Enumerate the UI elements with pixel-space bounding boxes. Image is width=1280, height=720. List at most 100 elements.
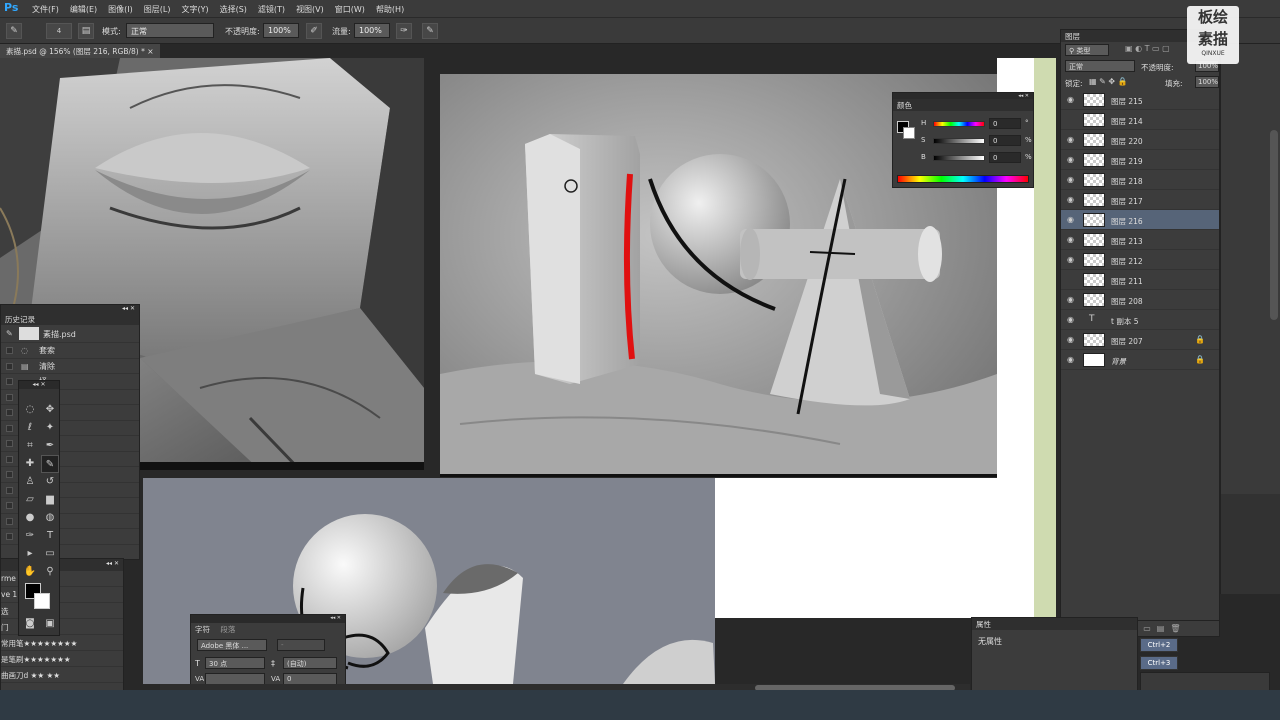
pressure-size-icon[interactable]: ✎ [422,23,438,39]
shortcut-button-2[interactable]: Ctrl+3 [1140,656,1178,670]
brush-tool-icon[interactable]: ✎ [6,23,22,39]
eraser-tool-icon[interactable]: ▱ [21,491,39,509]
layer-row[interactable]: ◉ 图层 217 [1061,190,1219,210]
shortcut-button-1[interactable]: Ctrl+2 [1140,638,1178,652]
history-checkbox[interactable] [6,347,13,354]
layer-row[interactable]: 图层 214 [1061,110,1219,130]
path-select-tool-icon[interactable]: ▸ [21,545,39,563]
font-family-dropdown[interactable]: Adobe 黑体 ... [197,639,267,651]
right-dock-scrollbar[interactable] [1270,130,1278,320]
menu-item-0[interactable]: 文件(F) [32,4,59,15]
visibility-eye-icon[interactable]: ◉ [1067,355,1074,364]
layer-row[interactable]: ◉ 背景 🔒 [1061,350,1219,370]
airbrush-icon[interactable]: ✑ [396,23,412,39]
channel-slider[interactable] [933,138,985,144]
history-checkbox[interactable] [6,440,13,447]
layer-row[interactable]: ◉ 图层 207 🔒 [1061,330,1219,350]
move-tool-icon[interactable]: ✥ [41,401,59,419]
menu-item-4[interactable]: 文字(Y) [181,4,208,15]
dodge-tool-icon[interactable]: ◍ [41,509,59,527]
pressure-opacity-icon[interactable]: ✐ [306,23,322,39]
menu-item-1[interactable]: 编辑(E) [70,4,97,15]
visibility-eye-icon[interactable]: ◉ [1067,135,1074,144]
background-color-swatch[interactable] [34,593,50,609]
opacity-input[interactable]: 100% [263,23,299,38]
channel-slider[interactable] [933,155,985,161]
color-background[interactable] [903,127,915,139]
visibility-eye-icon[interactable]: ◉ [1067,155,1074,164]
magic-wand-tool-icon[interactable]: ✦ [41,419,59,437]
preset-item[interactable]: 常用笔★★★★★★★★ [1,635,123,651]
menu-item-5[interactable]: 选择(S) [220,4,247,15]
quick-mask-icon[interactable]: ◙ [21,615,39,633]
document-tab[interactable]: 素描.psd @ 156% (图层 216, RGB/8) * × [0,44,160,58]
visibility-eye-icon[interactable]: ◉ [1067,295,1074,304]
blur-tool-icon[interactable]: ● [21,509,39,527]
history-collapse-bar[interactable]: ◂◂ ✕ [1,305,139,313]
gradient-tool-icon[interactable]: ▆ [41,491,59,509]
visibility-eye-icon[interactable]: ◉ [1067,235,1074,244]
eyedropper-tool-icon[interactable]: ✒ [41,437,59,455]
history-checkbox[interactable] [6,362,13,370]
flow-input[interactable]: 100% [354,23,390,38]
font-style-dropdown[interactable]: - [277,639,325,651]
screen-mode-icon[interactable]: ▣ [41,615,59,633]
layers-filter-dropdown[interactable]: ⚲ 类型 [1065,44,1109,56]
visibility-eye-icon[interactable]: ◉ [1067,95,1074,104]
history-checkbox[interactable] [6,424,13,432]
preset-item[interactable]: 曲画刀d ★★ ★★ [1,667,123,683]
visibility-eye-icon[interactable]: ◉ [1067,335,1074,344]
tools-collapse-bar[interactable]: ◂◂ ✕ [19,381,59,389]
visibility-eye-icon[interactable]: ◉ [1067,255,1074,264]
visibility-eye-icon[interactable]: ◉ [1067,215,1074,224]
history-item[interactable]: ◌ 套索 [1,343,139,359]
layer-row[interactable]: ◉ 图层 219 [1061,150,1219,170]
history-checkbox[interactable] [6,533,13,540]
character-collapse-bar[interactable]: ◂◂ ✕ [191,615,345,623]
lock-icons[interactable]: ▦ ✎ ✥ 🔒 [1089,77,1128,86]
visibility-eye-icon[interactable]: ◉ [1067,175,1074,184]
channel-value[interactable]: 0 [989,135,1021,146]
layer-row[interactable]: ◉ 图层 208 [1061,290,1219,310]
history-checkbox[interactable] [6,502,13,509]
history-checkbox[interactable] [6,378,13,385]
color-spectrum-bar[interactable] [897,175,1029,183]
visibility-eye-icon[interactable]: ◉ [1067,315,1074,324]
crop-tool-icon[interactable]: ⌗ [21,437,39,455]
pen-tool-icon[interactable]: ✑ [21,527,39,545]
layer-row[interactable]: ◉ 图层 220 [1061,130,1219,150]
tab-paragraph[interactable]: 段落 [220,625,235,634]
menu-item-9[interactable]: 帮助(H) [376,4,404,15]
layer-row[interactable]: ◉ 图层 212 [1061,250,1219,270]
zoom-tool-icon[interactable]: ⚲ [41,563,59,581]
layer-row[interactable]: ◉ 图层 216 [1061,210,1219,230]
history-checkbox[interactable] [6,517,13,525]
font-size-input[interactable]: 30 点 [205,657,265,669]
layer-row[interactable]: ◉ 图层 215 [1061,90,1219,110]
layers-filter-icons[interactable]: ▣ ◐ T ▭ ▢ [1125,44,1170,53]
history-snapshot[interactable]: ✎ 素描.psd [1,325,139,343]
hand-tool-icon[interactable]: ✋ [21,563,39,581]
stamp-tool-icon[interactable]: ♙ [21,473,39,491]
history-item[interactable]: ▤ 清除 [1,359,139,374]
channel-value[interactable]: 0 [989,118,1021,129]
layer-row[interactable]: ◉ 图层 213 [1061,230,1219,250]
layers-blend-mode[interactable]: 正常 [1065,60,1135,72]
marquee-tool-icon[interactable]: ◌ [21,401,39,419]
brush-tool-icon[interactable]: ✎ [41,455,59,473]
healing-tool-icon[interactable]: ✚ [21,455,39,473]
menu-item-7[interactable]: 视图(V) [296,4,324,15]
mode-dropdown[interactable]: 正常 [126,23,214,38]
leading-input[interactable]: (自动) [283,657,337,669]
visibility-eye-icon[interactable]: ◉ [1067,195,1074,204]
menu-item-2[interactable]: 图像(I) [108,4,133,15]
layer-row[interactable]: 图层 211 [1061,270,1219,290]
layer-row[interactable]: ◉ Tt 副本 5 [1061,310,1219,330]
shape-tool-icon[interactable]: ▭ [41,545,59,563]
history-checkbox[interactable] [6,471,13,478]
history-checkbox[interactable] [6,393,13,401]
menu-item-8[interactable]: 窗口(W) [335,4,365,15]
history-checkbox[interactable] [6,486,13,494]
preset-item[interactable]: 是笔刷★★★★★★★ [1,651,123,667]
lasso-tool-icon[interactable]: ℓ [21,419,39,437]
